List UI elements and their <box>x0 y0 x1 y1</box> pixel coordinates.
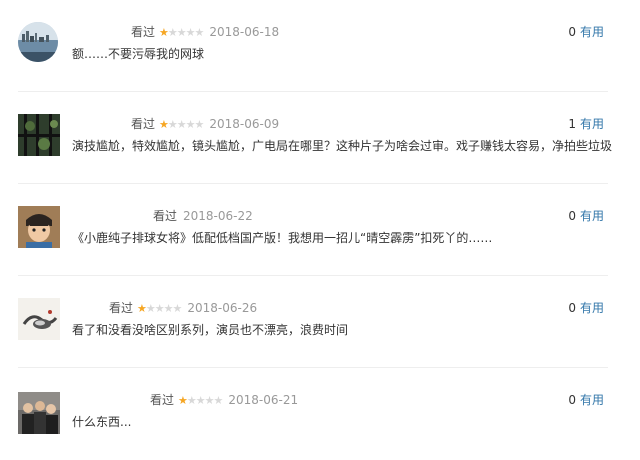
useful-count: 0 <box>568 301 576 315</box>
star-empty-icon: ★ <box>194 118 205 131</box>
star-empty-icon: ★ <box>185 26 196 39</box>
seaside-city-avatar-icon[interactable] <box>18 22 58 62</box>
review-item: 看过 ★★★★★ 2018-06-26 0 有用 看了和没看没啥区别系列，演员也不漂亮… <box>0 276 640 368</box>
rating-stars: ★★★★★ <box>137 301 183 317</box>
useful-vote: 0 有用 <box>568 208 604 224</box>
star-empty-icon: ★ <box>213 394 224 407</box>
review-date: 2018-06-09 <box>209 117 280 131</box>
review-list: 看过 ★★★★★ 2018-06-18 0 有用 额……不要污辱我的网球 看过 ★★★★… <box>0 0 640 448</box>
review-date: 2018-06-26 <box>187 301 258 315</box>
star-empty-icon: ★ <box>204 394 215 407</box>
star-filled-icon: ★ <box>137 302 147 315</box>
watch-status: 看过 <box>109 301 134 315</box>
ink-painting-avatar-icon[interactable] <box>18 298 60 340</box>
review-content: 看了和没看没啥区别系列，演员也不漂亮，浪费时间 <box>72 323 349 337</box>
useful-count: 0 <box>568 393 576 407</box>
star-filled-icon: ★ <box>159 118 169 131</box>
useful-vote: 0 有用 <box>568 300 604 316</box>
useful-vote: 0 有用 <box>568 392 604 408</box>
review-meta: 看过 ★★★★★ 2018-06-21 <box>150 392 298 408</box>
review-item: 看过 ★★★★★ 2018-06-18 0 有用 额……不要污辱我的网球 <box>0 0 640 92</box>
useful-count: 1 <box>568 117 576 131</box>
star-empty-icon: ★ <box>195 394 206 407</box>
watch-status: 看过 <box>150 393 175 407</box>
useful-vote: 1 有用 <box>568 116 604 132</box>
review-item: 看过 ★★★★★ 2018-06-09 1 有用 演技尴尬，特效尴尬，镜头尴尬，广电局… <box>0 92 640 184</box>
star-empty-icon: ★ <box>186 394 197 407</box>
star-empty-icon: ★ <box>172 302 183 315</box>
useful-button[interactable]: 有用 <box>580 117 604 131</box>
group-photo-avatar-icon[interactable] <box>18 392 60 434</box>
star-filled-icon: ★ <box>159 26 169 39</box>
watch-status: 看过 <box>153 209 178 223</box>
review-meta: 看过 ★★★★★ 2018-06-18 <box>131 24 279 40</box>
useful-button[interactable]: 有用 <box>580 393 604 407</box>
rating-stars: ★★★★★ <box>159 117 205 133</box>
review-meta: 看过 ★★★★★ 2018-06-26 <box>109 300 257 316</box>
star-empty-icon: ★ <box>163 302 174 315</box>
useful-button[interactable]: 有用 <box>580 25 604 39</box>
review-date: 2018-06-22 <box>183 209 253 223</box>
watch-status: 看过 <box>131 25 156 39</box>
useful-count: 0 <box>568 25 576 39</box>
review-meta: 看过 ★★★★★ 2018-06-09 <box>131 116 279 132</box>
review-date: 2018-06-21 <box>228 393 299 407</box>
review-content: 《小鹿纯子排球女将》低配低档国产版！我想用一招儿“晴空霹雳”扣死丫的…… <box>72 231 493 245</box>
star-empty-icon: ★ <box>176 26 187 39</box>
watch-status: 看过 <box>131 117 156 131</box>
useful-vote: 0 有用 <box>568 24 604 40</box>
star-filled-icon: ★ <box>178 394 188 407</box>
rating-stars: ★★★★★ <box>178 393 224 409</box>
star-empty-icon: ★ <box>194 26 205 39</box>
star-empty-icon: ★ <box>167 118 178 131</box>
star-empty-icon: ★ <box>154 302 165 315</box>
star-empty-icon: ★ <box>167 26 178 39</box>
review-meta: 看过 2018-06-22 <box>153 208 253 224</box>
useful-count: 0 <box>568 209 576 223</box>
review-content: 什么东西... <box>72 415 132 429</box>
window-plant-avatar-icon[interactable] <box>18 114 60 156</box>
review-content: 额……不要污辱我的网球 <box>72 47 205 61</box>
star-empty-icon: ★ <box>185 118 196 131</box>
rating-stars: ★★★★★ <box>159 25 205 41</box>
review-item: 看过 2018-06-22 0 有用 《小鹿纯子排球女将》低配低档国产版！我想用一招… <box>0 184 640 276</box>
star-empty-icon: ★ <box>176 118 187 131</box>
useful-button[interactable]: 有用 <box>580 209 604 223</box>
anime-boy-avatar-icon[interactable] <box>18 206 60 248</box>
review-item: 看过 ★★★★★ 2018-06-21 0 有用 什么东西... <box>0 368 640 460</box>
useful-button[interactable]: 有用 <box>580 301 604 315</box>
star-empty-icon: ★ <box>145 302 156 315</box>
review-content: 演技尴尬，特效尴尬，镜头尴尬，广电局在哪里？这种片子为啥会过审。戏子赚钱太容易，… <box>72 139 613 153</box>
review-date: 2018-06-18 <box>209 25 280 39</box>
